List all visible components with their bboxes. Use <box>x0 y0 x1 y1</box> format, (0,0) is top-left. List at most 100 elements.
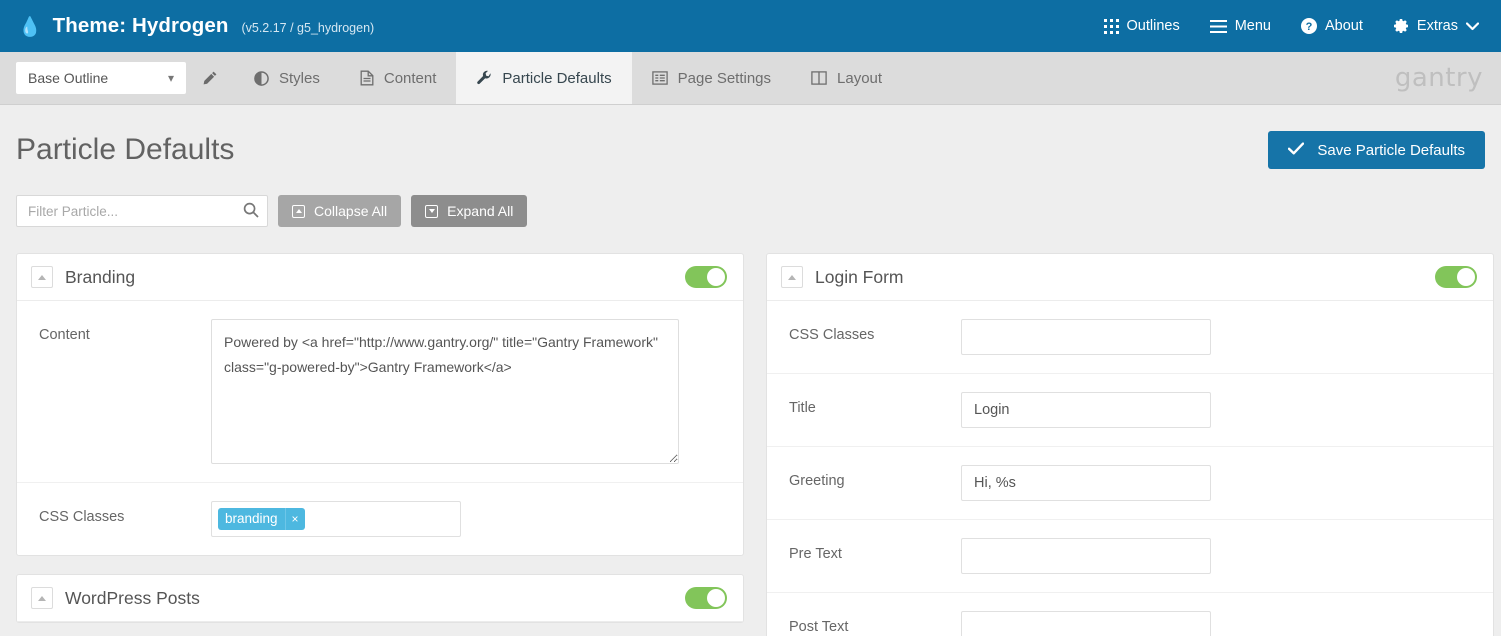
theme-version: (v5.2.17 / g5_hydrogen) <box>241 21 374 35</box>
nav-outlines[interactable]: Outlines <box>1104 18 1180 34</box>
contrast-icon <box>254 71 269 86</box>
top-navigation: Outlines Menu ? About <box>1104 18 1479 34</box>
page-title: Particle Defaults <box>16 133 234 167</box>
login-css-classes-input[interactable] <box>961 319 1211 355</box>
svg-text:?: ? <box>1306 21 1313 33</box>
nav-menu[interactable]: Menu <box>1210 18 1271 34</box>
tab-styles[interactable]: Styles <box>234 52 340 104</box>
filter-field-wrapper <box>16 195 268 227</box>
expand-all-button[interactable]: Expand All <box>411 195 527 227</box>
field-login-css-classes: CSS Classes <box>767 301 1493 374</box>
collapse-caret-icon[interactable] <box>31 587 53 609</box>
panel-branding-toggle[interactable] <box>685 266 727 288</box>
tag-item: branding × <box>218 508 305 530</box>
pencil-icon <box>202 70 218 86</box>
tag-label: branding <box>218 508 285 530</box>
field-label: CSS Classes <box>39 501 211 525</box>
nav-menu-label: Menu <box>1235 18 1271 34</box>
login-pre-text-input[interactable] <box>961 538 1211 574</box>
nav-extras-label: Extras <box>1417 18 1458 34</box>
main-content: Particle Defaults Save Particle Defaults… <box>0 105 1501 636</box>
chevron-down-icon: ▾ <box>168 71 174 85</box>
field-label: Title <box>789 392 961 416</box>
branding-content-textarea[interactable] <box>211 319 679 464</box>
field-label: Post Text <box>789 611 961 635</box>
nav-about[interactable]: ? About <box>1301 18 1363 34</box>
list-icon <box>652 71 668 85</box>
tab-particle-defaults-label: Particle Defaults <box>502 70 611 87</box>
outline-selector[interactable]: Base Outline ▾ <box>16 62 186 94</box>
tag-remove-icon[interactable]: × <box>285 508 305 530</box>
field-control <box>211 319 727 464</box>
question-circle-icon: ? <box>1301 18 1317 34</box>
document-icon <box>360 70 374 86</box>
login-title-input[interactable] <box>961 392 1211 428</box>
field-login-pre-text: Pre Text <box>767 520 1493 593</box>
tab-content[interactable]: Content <box>340 52 457 104</box>
panel-login-form: Login Form CSS Classes Title Gre <box>766 253 1494 636</box>
save-button-label: Save Particle Defaults <box>1317 142 1465 159</box>
panel-login-form-toggle[interactable] <box>1435 266 1477 288</box>
tab-particle-defaults[interactable]: Particle Defaults <box>456 52 631 104</box>
field-control <box>961 611 1477 636</box>
check-icon <box>1288 142 1304 159</box>
panel-login-form-header: Login Form <box>767 254 1493 301</box>
login-greeting-input[interactable] <box>961 465 1211 501</box>
particle-toolbar: Collapse All Expand All <box>16 195 1485 227</box>
wrench-icon <box>476 70 492 86</box>
hamburger-icon <box>1210 20 1227 33</box>
collapse-caret-icon[interactable] <box>31 266 53 288</box>
filter-particle-input[interactable] <box>16 195 268 227</box>
nav-about-label: About <box>1325 18 1363 34</box>
grid-icon <box>1104 19 1119 34</box>
panel-wordpress-posts-toggle[interactable] <box>685 587 727 609</box>
gantry-logo: gantry <box>1395 52 1501 104</box>
field-control <box>961 538 1477 574</box>
panel-wordpress-posts-header: WordPress Posts <box>17 575 743 622</box>
page-header: Particle Defaults Save Particle Defaults <box>16 105 1485 169</box>
save-particle-defaults-button[interactable]: Save Particle Defaults <box>1268 131 1485 169</box>
particles-columns: Branding Content CSS Classes branding <box>16 253 1485 636</box>
tab-content-label: Content <box>384 70 437 87</box>
field-login-title: Title <box>767 374 1493 447</box>
field-login-greeting: Greeting <box>767 447 1493 520</box>
top-bar: 💧 Theme: Hydrogen (v5.2.17 / g5_hydrogen… <box>0 0 1501 52</box>
nav-outlines-label: Outlines <box>1127 18 1180 34</box>
field-label: Greeting <box>789 465 961 489</box>
tab-layout-label: Layout <box>837 70 882 87</box>
panel-wordpress-posts-title: WordPress Posts <box>65 588 200 609</box>
branding-css-classes-tagbox[interactable]: branding × <box>211 501 461 537</box>
brand: 💧 Theme: Hydrogen (v5.2.17 / g5_hydrogen… <box>18 14 374 38</box>
columns-icon <box>811 71 827 85</box>
tab-styles-label: Styles <box>279 70 320 87</box>
panel-branding-title: Branding <box>65 267 135 288</box>
expand-all-label: Expand All <box>447 203 513 219</box>
field-login-post-text: Post Text <box>767 593 1493 636</box>
panel-branding: Branding Content CSS Classes branding <box>16 253 744 556</box>
field-control <box>961 465 1477 501</box>
field-branding-content: Content <box>17 301 743 483</box>
tab-bar: Base Outline ▾ Styles Content <box>0 52 1501 105</box>
field-branding-css-classes: CSS Classes branding × <box>17 483 743 555</box>
gear-icon <box>1393 18 1409 34</box>
field-label: Content <box>39 319 211 343</box>
right-column: Login Form CSS Classes Title Gre <box>766 253 1494 636</box>
left-column: Branding Content CSS Classes branding <box>16 253 744 636</box>
field-label: Pre Text <box>789 538 961 562</box>
outline-selector-value: Base Outline <box>28 70 108 86</box>
water-drop-icon: 💧 <box>18 18 42 37</box>
panel-branding-header: Branding <box>17 254 743 301</box>
login-post-text-input[interactable] <box>961 611 1211 636</box>
collapse-all-label: Collapse All <box>314 203 387 219</box>
tab-page-settings[interactable]: Page Settings <box>632 52 791 104</box>
collapse-caret-icon[interactable] <box>781 266 803 288</box>
panel-wordpress-posts: WordPress Posts <box>16 574 744 623</box>
expand-icon <box>425 205 438 218</box>
collapse-all-button[interactable]: Collapse All <box>278 195 401 227</box>
tab-page-settings-label: Page Settings <box>678 70 771 87</box>
edit-outline-button[interactable] <box>186 52 234 104</box>
field-control <box>961 319 1477 355</box>
field-label: CSS Classes <box>789 319 961 343</box>
tab-layout[interactable]: Layout <box>791 52 902 104</box>
nav-extras[interactable]: Extras <box>1393 18 1479 34</box>
